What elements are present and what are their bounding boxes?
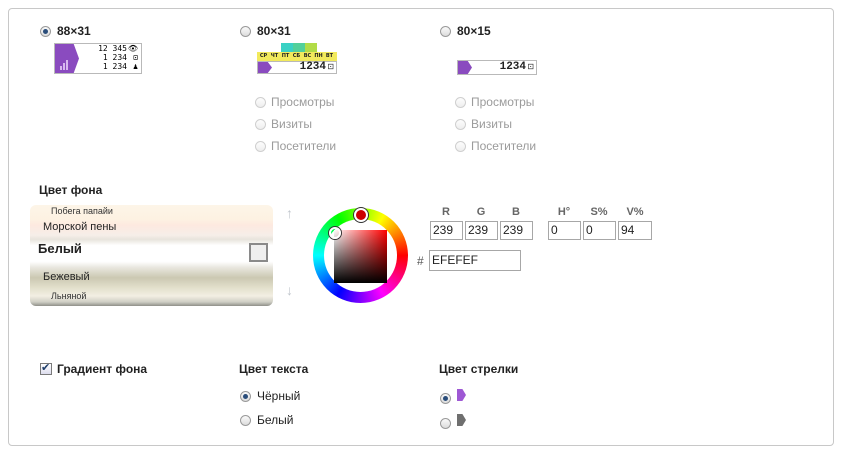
counter-line-2: 1 234	[102, 53, 127, 62]
size-88x31-label[interactable]: 88×31	[57, 24, 91, 38]
v-input[interactable]: 94	[618, 221, 652, 240]
size-80x31-label[interactable]: 80×31	[257, 24, 291, 38]
color-option-linen[interactable]: Льняной	[51, 291, 86, 301]
selected-color-swatch	[249, 243, 268, 262]
eye-icon: 👁	[127, 44, 138, 53]
metric-views-radio-2[interactable]	[455, 97, 466, 108]
v-header: V%	[626, 206, 644, 218]
metric-visitors-radio-2[interactable]	[455, 141, 466, 152]
day-label: ПТ	[281, 53, 290, 59]
metric-visits-radio-2[interactable]	[455, 119, 466, 130]
arrow-badge-icon	[55, 44, 79, 73]
arrow-badge-icon	[458, 61, 472, 74]
color-option-white[interactable]: Белый	[38, 241, 82, 256]
day-label: ПН	[314, 53, 323, 59]
g-input[interactable]: 239	[465, 221, 498, 240]
size-80x15-label[interactable]: 80×15	[457, 24, 491, 38]
color-option-papaya[interactable]: Побега папайи	[51, 206, 113, 216]
gradient-checkbox[interactable]	[40, 361, 52, 375]
person-icon: ♟	[133, 62, 138, 71]
hex-input[interactable]: EFEFEF	[429, 250, 521, 271]
day-label: ЧТ	[270, 53, 279, 59]
scroll-down-arrow-icon[interactable]: ↓	[286, 282, 293, 298]
size-80x15-radio[interactable]	[440, 26, 451, 37]
background-color-title: Цвет фона	[39, 183, 103, 197]
enter-icon: ⊡	[133, 53, 138, 62]
text-color-white-label[interactable]: Белый	[257, 413, 293, 427]
arrow-badge-icon	[258, 62, 272, 73]
size-88x31-radio[interactable]	[40, 26, 51, 37]
gradient-label[interactable]: Градиент фона	[57, 362, 147, 376]
hue-marker[interactable]	[354, 208, 368, 222]
counter-value: 1234	[299, 61, 326, 73]
day-label: ВТ	[325, 53, 334, 59]
metric-visits-radio[interactable]	[255, 119, 266, 130]
h-header: H°	[557, 206, 571, 218]
arrow-color-title: Цвет стрелки	[439, 362, 519, 376]
r-input[interactable]: 239	[430, 221, 463, 240]
h-input[interactable]: 0	[548, 221, 581, 240]
text-color-title: Цвет текста	[239, 362, 309, 376]
metric-visitors-radio[interactable]	[255, 141, 266, 152]
size-80x31-radio[interactable]	[240, 26, 251, 37]
s-header: S%	[590, 206, 608, 218]
text-color-black-radio[interactable]	[240, 391, 251, 402]
b-header: B	[512, 206, 520, 218]
scroll-up-arrow-icon[interactable]: ↑	[286, 205, 293, 221]
counter-preview-88x31: 12 345 1 234 1 234 👁 ⊡ ♟	[54, 43, 142, 74]
color-marker[interactable]	[329, 227, 341, 239]
day-label: СР	[259, 53, 268, 59]
hex-hash-label: #	[417, 254, 424, 268]
metric-views-radio[interactable]	[255, 97, 266, 108]
metric-visits-label: Визиты	[271, 117, 313, 131]
counter-line-3: 1 234	[102, 62, 127, 71]
day-label: ВС	[303, 53, 312, 59]
counter-line-1: 12 345	[98, 44, 127, 53]
r-header: R	[442, 206, 450, 218]
saturation-value-square[interactable]	[334, 230, 387, 283]
g-header: G	[476, 206, 486, 218]
arrow-color-purple-radio[interactable]	[440, 393, 451, 404]
metric-views-label-2: Просмотры	[471, 95, 535, 109]
metric-visitors-label-2: Посетители	[471, 139, 537, 153]
background-color-list[interactable]: Побега папайи Морской пены Белый Бежевый…	[30, 205, 273, 306]
b-input[interactable]: 239	[500, 221, 533, 240]
counter-preview-80x15: 1234 ⊡	[457, 60, 537, 75]
enter-icon: ⊡	[527, 62, 534, 71]
s-input[interactable]: 0	[583, 221, 616, 240]
enter-icon: ⊡	[327, 62, 334, 71]
metric-visitors-label: Посетители	[271, 139, 337, 153]
metric-visits-label-2: Визиты	[471, 117, 513, 131]
weekdays-strip: СР ЧТ ПТ СБ ВС ПН ВТ	[257, 52, 337, 61]
counter-preview-80x31: СР ЧТ ПТ СБ ВС ПН ВТ 1234 ⊡	[257, 43, 337, 74]
metric-views-label: Просмотры	[271, 95, 335, 109]
text-color-white-radio[interactable]	[240, 415, 251, 426]
color-option-seafoam[interactable]: Морской пены	[43, 221, 116, 233]
text-color-black-label[interactable]: Чёрный	[257, 389, 300, 403]
color-option-beige[interactable]: Бежевый	[43, 271, 90, 283]
day-label: СБ	[292, 53, 301, 59]
counter-value: 1234	[499, 61, 526, 73]
arrow-color-gray-radio[interactable]	[440, 418, 451, 429]
